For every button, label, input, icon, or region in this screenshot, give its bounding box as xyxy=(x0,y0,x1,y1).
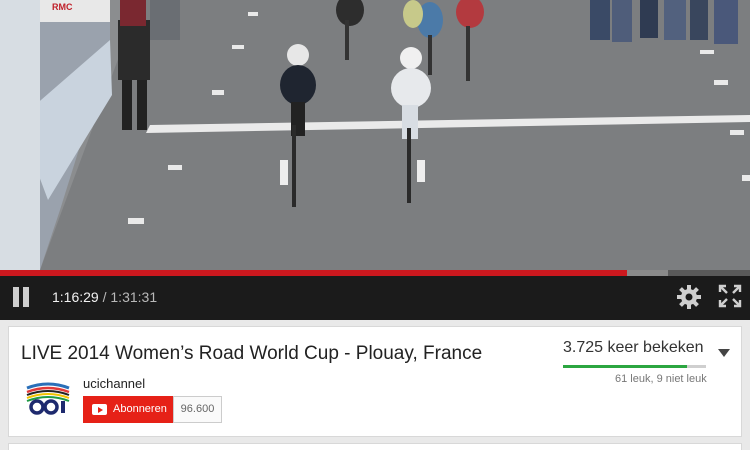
current-time: 1:16:29 xyxy=(52,289,99,305)
settings-button[interactable] xyxy=(676,284,702,310)
subscribe-button[interactable]: Abonneren xyxy=(83,396,173,423)
like-ratio-fill xyxy=(563,365,688,368)
duration: 1:31:31 xyxy=(110,289,158,305)
video-info-card: LIVE 2014 Women’s Road World Cup - Ploua… xyxy=(8,326,742,437)
youtube-mobile-page: RMC 1:16:29 / 1:31:31 LIVE 2014 Women’s … xyxy=(0,0,750,450)
banner-text: RMC xyxy=(52,2,73,12)
fullscreen-button[interactable] xyxy=(718,284,742,308)
time-separator: / xyxy=(102,289,107,305)
likes-summary: 61 leuk, 9 niet leuk xyxy=(615,373,707,385)
uci-logo xyxy=(26,382,70,415)
youtube-icon xyxy=(92,404,107,415)
video-player[interactable]: RMC xyxy=(0,0,750,270)
channel-logo[interactable] xyxy=(23,382,73,416)
progress-bar[interactable] xyxy=(0,270,750,276)
pause-button[interactable] xyxy=(10,286,32,308)
gear-icon xyxy=(677,285,701,309)
channel-name[interactable]: ucichannel xyxy=(83,376,145,391)
subscriber-count: 96.600 xyxy=(173,396,222,423)
player-controls: 1:16:29 / 1:31:31 xyxy=(0,270,750,320)
next-card-edge xyxy=(8,443,742,450)
progress-played xyxy=(0,270,627,276)
subscribe-label: Abonneren xyxy=(113,403,167,415)
like-ratio-bar xyxy=(563,365,706,368)
chevron-down-icon xyxy=(718,349,730,357)
video-frame: RMC xyxy=(0,0,750,270)
time-display: 1:16:29 / 1:31:31 xyxy=(52,289,157,305)
details-toggle[interactable] xyxy=(717,345,731,357)
view-count: 3.725 keer bekeken xyxy=(563,339,704,356)
fullscreen-icon xyxy=(718,284,742,308)
pause-icon xyxy=(13,287,19,307)
video-title: LIVE 2014 Women’s Road World Cup - Ploua… xyxy=(21,343,483,364)
